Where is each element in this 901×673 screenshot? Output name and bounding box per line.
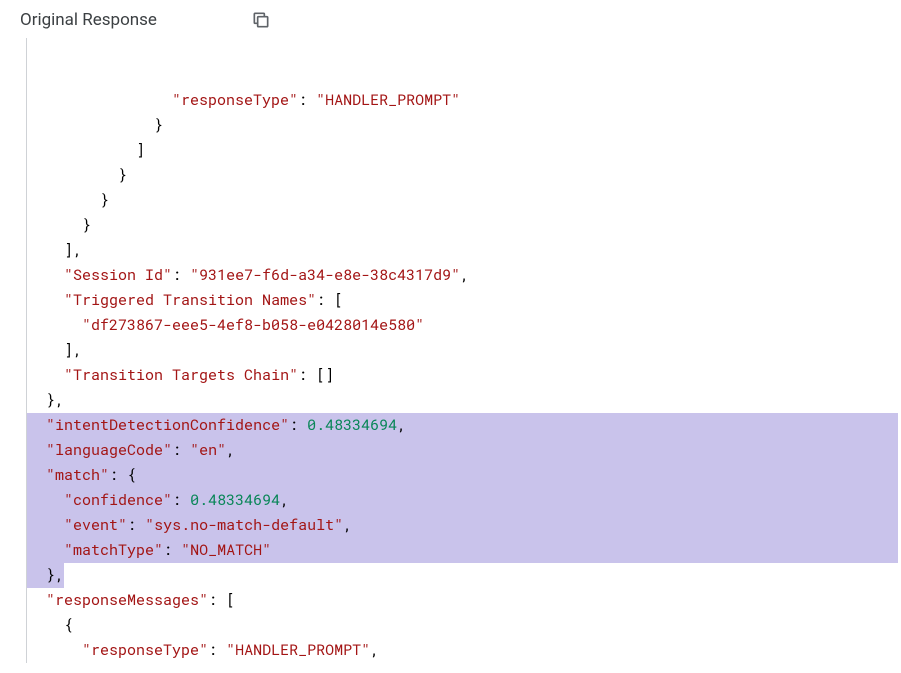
panel-title: Original Response xyxy=(20,10,157,30)
code-line: { xyxy=(28,615,73,635)
highlighted-line: }, xyxy=(26,563,64,588)
panel-header: Original Response xyxy=(0,0,901,38)
code-line: "Session Id": "931ee7-f6d-a34-e8e-38c431… xyxy=(28,265,469,285)
highlighted-line: "matchType": "NO_MATCH" xyxy=(26,538,898,563)
code-line: } xyxy=(28,215,91,235)
code-border xyxy=(26,38,27,663)
code-line: }, xyxy=(28,390,64,410)
code-line: "responseType": "HANDLER_PROMPT", xyxy=(28,640,379,660)
code-line: "responseType": "HANDLER_PROMPT" xyxy=(28,90,460,110)
highlighted-line: "confidence": 0.48334694, xyxy=(26,488,898,513)
code-line: "df273867-eee5-4ef8-b058-e0428014e580" xyxy=(28,315,424,335)
code-line: } xyxy=(28,115,163,135)
highlighted-line: "event": "sys.no-match-default", xyxy=(26,513,898,538)
json-code-block[interactable]: "responseType": "HANDLER_PROMPT" } ] } }… xyxy=(0,38,901,663)
highlighted-line: "match": { xyxy=(26,463,898,488)
code-line: ], xyxy=(28,240,82,260)
code-line: } xyxy=(28,190,109,210)
code-line: ], xyxy=(28,340,82,360)
code-line: ] xyxy=(28,140,145,160)
highlighted-line: "languageCode": "en", xyxy=(26,438,898,463)
copy-icon[interactable] xyxy=(251,10,271,30)
highlighted-line: "intentDetectionConfidence": 0.48334694, xyxy=(26,413,898,438)
code-line: "Triggered Transition Names": [ xyxy=(28,290,343,310)
code-line: "Transition Targets Chain": [] xyxy=(28,365,334,385)
code-line: } xyxy=(28,165,127,185)
code-line: "responseMessages": [ xyxy=(28,590,235,610)
